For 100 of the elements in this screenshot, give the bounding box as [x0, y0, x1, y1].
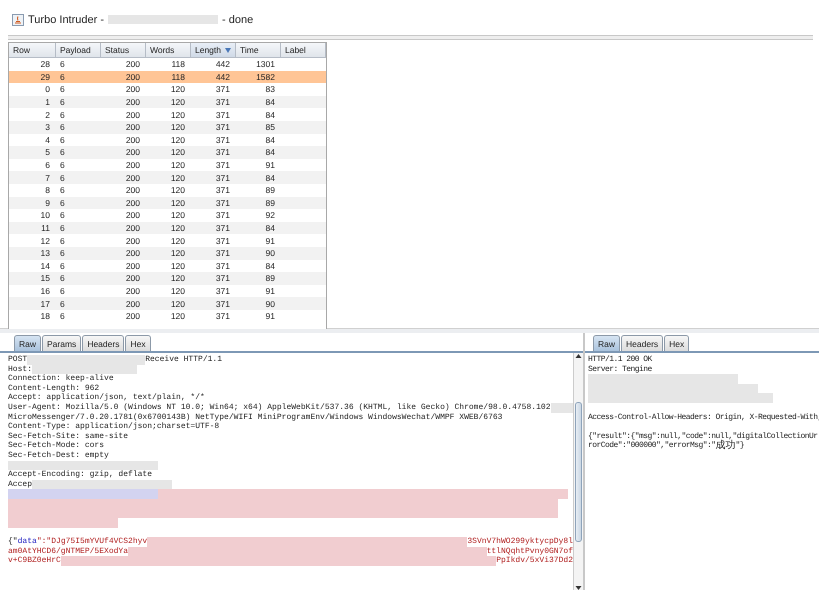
column-header[interactable]: Length	[191, 43, 236, 57]
tab[interactable]: Hex	[664, 335, 690, 351]
table-cell-text: 84	[264, 260, 276, 271]
table-row[interactable]: 3 6 200 120 371 85	[9, 120, 326, 134]
column-header[interactable]: Status	[101, 43, 146, 57]
tab[interactable]: Raw	[593, 335, 620, 351]
json-string: ttlNQqhtPvny0GN7of	[486, 546, 573, 556]
table-cell-text: 371	[214, 298, 231, 309]
table-row[interactable]: 5 6 200 120 371 84	[9, 146, 326, 159]
table-row[interactable]: 12 6 200 120 371 91	[9, 234, 326, 247]
table-cell-text: 371	[214, 311, 231, 322]
table-cell-text: 1301	[255, 59, 276, 70]
code-text: {"	[8, 537, 18, 547]
table-cell-text: 200	[124, 72, 141, 82]
table-cell-text: 118	[170, 72, 186, 82]
table-cell-text: 120	[170, 110, 186, 120]
tab[interactable]: Headers	[621, 335, 664, 351]
table-row[interactable]: 9 6 200 120 371 89	[9, 196, 326, 210]
column-header[interactable]: Label	[281, 43, 326, 57]
table-row[interactable]: 1 6 200 120 371 84	[9, 96, 326, 108]
table-cell-text: 6	[59, 59, 66, 70]
table-cell-text: 371	[214, 185, 231, 196]
code-text: Sec-Fetch-Site: same-site	[8, 432, 128, 441]
table-row[interactable]: 14 6 200 120 371 84	[9, 260, 326, 272]
code-text: POST	[8, 355, 28, 365]
table-cell-text: 84	[264, 223, 276, 234]
table-cell-text: 28	[40, 59, 51, 70]
up-arrow-icon[interactable]	[575, 353, 582, 359]
code-text: Content-Type: application/json;charset=UTF-8	[8, 422, 220, 432]
table-cell-text: 90	[264, 248, 276, 258]
table-row[interactable]: 29 6 200 118 442 1582	[9, 70, 326, 84]
scrollbar[interactable]	[573, 353, 583, 590]
table-cell-text: 18	[40, 311, 51, 322]
table-cell-text: 120	[170, 223, 186, 234]
table-row[interactable]: 6 6 200 120 371 91	[9, 158, 326, 172]
table-cell-text: 16	[40, 286, 51, 296]
table-cell-text: 371	[214, 223, 231, 234]
table-row[interactable]: 10 6 200 120 371 92	[9, 209, 326, 222]
window-title: - done	[222, 14, 254, 26]
table-cell-text: 200	[124, 122, 141, 132]
table-row[interactable]: 11 6 200 120 371 84	[9, 222, 326, 234]
table-row[interactable]: 13 6 200 120 371 90	[9, 246, 326, 260]
column-header[interactable]: Payload	[56, 43, 101, 57]
table-cell-text: 92	[264, 210, 276, 220]
table-cell-text: 120	[170, 198, 186, 208]
column-header[interactable]: Time	[236, 43, 281, 57]
table-row[interactable]: 2 6 200 120 371 84	[9, 108, 326, 121]
app-icon	[12, 14, 24, 26]
tab[interactable]: Hex	[125, 335, 151, 351]
table-cell-text: 200	[124, 110, 141, 120]
table-row[interactable]: 18 6 200 120 371 91	[9, 310, 326, 322]
table-cell-text: 200	[124, 311, 141, 322]
table-cell-text: 84	[264, 110, 276, 120]
table-row[interactable]: 0 6 200 120 371 83	[9, 83, 326, 96]
table-cell-text: 4	[44, 134, 51, 145]
table-cell-text: 200	[124, 248, 141, 258]
tab[interactable]: Raw	[14, 335, 42, 351]
code-text: rorCode":"000000","errorMsg":"	[588, 441, 716, 451]
table-cell-text: 6	[59, 97, 66, 108]
table-cell-text: 371	[214, 147, 231, 158]
table-cell-text: 371	[214, 134, 231, 145]
table-cell-text: 200	[124, 298, 141, 309]
table-row[interactable]: 28 6 200 118 442 1301	[9, 58, 326, 71]
table-cell-text: 120	[170, 286, 186, 296]
column-header[interactable]: Row	[9, 43, 56, 57]
table-cell-text: 6	[59, 160, 66, 170]
json-key: data	[18, 537, 37, 547]
table-cell-text: 371	[214, 236, 231, 246]
table-cell-text: 29	[40, 72, 51, 82]
table-cell-text: 200	[124, 273, 141, 284]
table-row[interactable]: 16 6 200 120 371 91	[9, 284, 326, 298]
table-cell-text: 0	[44, 84, 51, 94]
table-cell-text: 6	[59, 260, 66, 271]
tab[interactable]: Params	[42, 335, 82, 351]
table-cell-text: 6	[59, 122, 66, 132]
tab[interactable]: Headers	[82, 335, 124, 351]
table-cell-text: 6	[59, 236, 66, 246]
table-row[interactable]: 8 6 200 120 371 89	[9, 184, 326, 197]
table-cell-text: 120	[170, 147, 186, 158]
table-cell-text: 371	[214, 110, 231, 120]
table-cell-text: 14	[40, 260, 51, 271]
code-text: Sec-Fetch-Mode: cors	[8, 441, 104, 451]
table-row[interactable]: 4 6 200 120 371 84	[9, 134, 326, 146]
table-row[interactable]: 7 6 200 120 371 84	[9, 171, 326, 184]
table-cell-text: 7	[44, 172, 51, 183]
table-cell-text: 200	[124, 198, 141, 208]
down-arrow-icon[interactable]	[575, 585, 582, 590]
table-cell-text: 371	[214, 273, 231, 284]
table-row[interactable]: 17 6 200 120 371 90	[9, 297, 326, 310]
table-row[interactable]: 15 6 200 120 371 89	[9, 272, 326, 285]
table-cell-text: 200	[124, 185, 141, 196]
code-text: Accep	[8, 480, 32, 490]
table-cell-text: 91	[264, 311, 276, 322]
table-cell-text: 120	[170, 260, 186, 271]
table-cell-text: 200	[124, 97, 141, 108]
table-cell-text: 200	[124, 147, 141, 158]
table-cell-text: 83	[264, 84, 276, 94]
table-cell-text: 442	[214, 59, 231, 70]
table-cell-text: 120	[170, 311, 186, 322]
table-cell-text: 120	[170, 84, 186, 94]
